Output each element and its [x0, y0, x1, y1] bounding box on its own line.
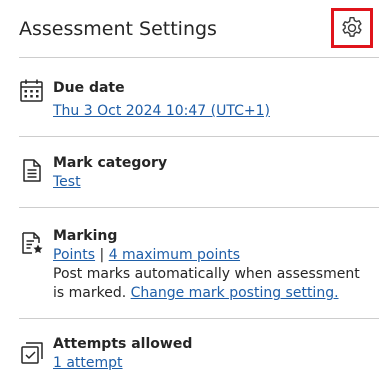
- due-date-section: Due date Thu 3 Oct 2024 10:47 (UTC+1): [19, 78, 379, 128]
- attempts-link[interactable]: 1 attempt: [53, 354, 379, 373]
- divider: [19, 318, 379, 319]
- marking-section: Marking Points | 4 maximum points Post m…: [19, 226, 379, 306]
- attempts-icon: [21, 342, 43, 364]
- gear-icon: [342, 17, 362, 37]
- settings-button[interactable]: [331, 8, 373, 48]
- divider: [19, 207, 379, 208]
- due-date-link[interactable]: Thu 3 Oct 2024 10:47 (UTC+1): [53, 102, 379, 121]
- due-date-label: Due date: [53, 80, 125, 96]
- attempts-label: Attempts allowed: [53, 336, 193, 352]
- mark-category-link[interactable]: Test: [53, 173, 379, 192]
- change-mark-posting-link[interactable]: Change mark posting setting.: [131, 285, 339, 301]
- marking-separator: |: [99, 247, 105, 263]
- document-icon: [23, 159, 41, 182]
- panel-title: Assessment Settings: [19, 18, 217, 40]
- mark-posting-text: Post marks automatically when assessment…: [53, 265, 363, 303]
- panel-header: Assessment Settings: [19, 0, 379, 58]
- marking-schema-link[interactable]: Points: [53, 247, 95, 263]
- mark-category-section: Mark category Test: [19, 153, 379, 198]
- attempts-section: Attempts allowed 1 attempt: [19, 334, 379, 374]
- marking-label: Marking: [53, 228, 118, 244]
- calendar-icon: [20, 79, 43, 102]
- marking-icon: [22, 232, 43, 254]
- marking-values: Points | 4 maximum points: [53, 246, 379, 265]
- assessment-settings-panel: Assessment Settings Due date Thu 3 Oct 2…: [0, 0, 381, 379]
- divider: [19, 136, 379, 137]
- mark-category-label: Mark category: [53, 155, 168, 171]
- max-points-link[interactable]: 4 maximum points: [109, 247, 240, 263]
